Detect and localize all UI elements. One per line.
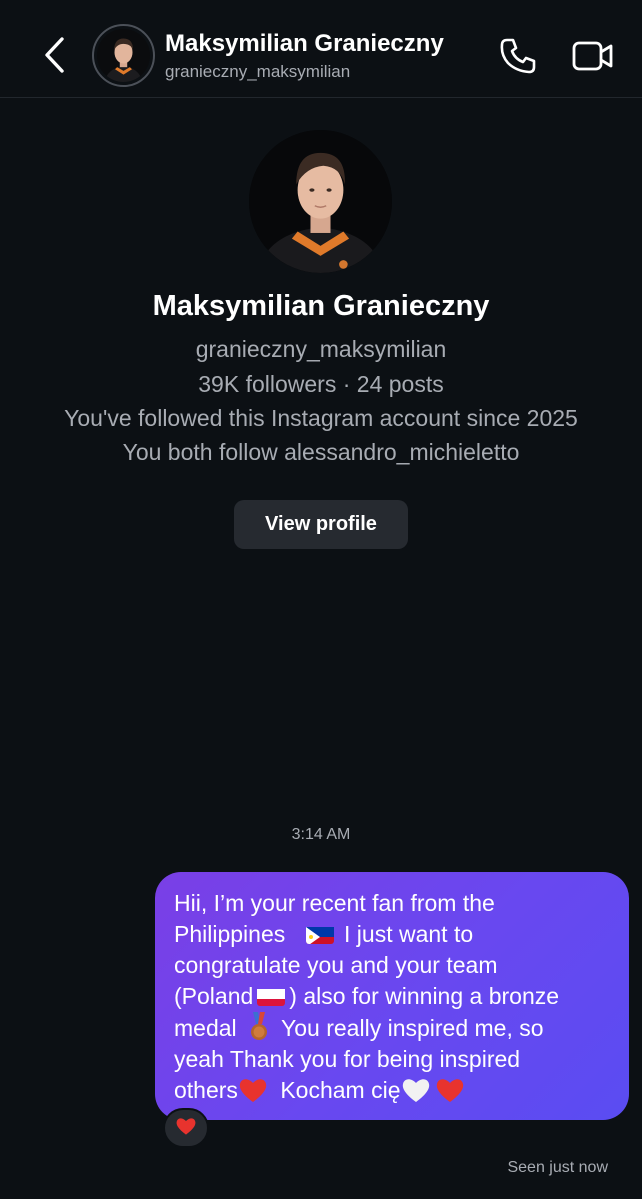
video-camera-icon [572, 41, 613, 71]
header-display-name[interactable]: Maksymilian Granieczny [165, 30, 444, 58]
message-text: You really inspired me, so [281, 1015, 544, 1041]
profile-photo [249, 130, 392, 273]
message-line: others Kocham cię [174, 1075, 611, 1106]
dm-thread-screen: Maksymilian Granieczny granieczny_maksym… [0, 0, 642, 1199]
white-heart-icon [401, 1076, 431, 1104]
poland-flag-icon [257, 986, 286, 1006]
header-avatar[interactable] [92, 24, 155, 87]
message-line: Hii, I’m your recent fan from the [174, 888, 611, 919]
profile-display-name: Maksymilian Granieczny [152, 290, 490, 322]
red-heart-icon [435, 1076, 465, 1104]
message-line: medal You really inspired me, so [174, 1012, 611, 1044]
header-username: granieczny_maksymilian [165, 62, 351, 81]
message-text: Hii, I’m your recent fan from the [174, 890, 495, 916]
followed-since-text: You've followed this Instagram account s… [64, 405, 578, 431]
red-heart-icon [238, 1076, 268, 1104]
thread-header: Maksymilian Granieczny granieczny_maksym… [0, 0, 642, 98]
chevron-left-icon [45, 37, 64, 73]
profile-avatar[interactable] [249, 130, 392, 273]
message-text: congratulate you and your team [174, 952, 498, 978]
message-line: yeah Thank you for being inspired [174, 1044, 611, 1075]
bronze-medal-icon [247, 1012, 271, 1042]
message-text: (Poland [174, 983, 254, 1009]
audio-call-button[interactable] [498, 36, 538, 76]
red-heart-icon [176, 1118, 196, 1135]
outgoing-message-bubble[interactable]: Hii, I’m your recent fan from the Philip… [155, 872, 629, 1120]
message-timestamp: 3:14 AM [291, 826, 351, 843]
philippines-flag-icon [305, 924, 334, 944]
back-button[interactable] [38, 34, 72, 76]
message-line: (Poland ) also for winning a bronze [174, 981, 611, 1012]
message-text: others [174, 1077, 238, 1103]
phone-icon [500, 38, 536, 74]
heart-reaction-badge[interactable] [163, 1108, 209, 1148]
profile-stats: 39K followers · 24 posts [198, 371, 444, 397]
avatar-photo [97, 29, 150, 82]
message-line: congratulate you and your team [174, 950, 611, 981]
message-text: ) also for winning a bronze [289, 983, 560, 1009]
message-text: I just want to [344, 921, 474, 947]
profile-username: granieczny_maksymilian [195, 336, 447, 362]
message-text: Kocham cię [280, 1077, 401, 1103]
message-line: Philippines I just want to [174, 919, 611, 950]
view-profile-button[interactable]: View profile [234, 500, 408, 549]
mutual-follow-text: You both follow alessandro_michieletto [122, 439, 520, 465]
seen-status: Seen just now [507, 1159, 608, 1176]
message-text: medal [174, 1015, 237, 1041]
message-text: Philippines [174, 921, 286, 947]
message-text: yeah Thank you for being inspired [174, 1046, 521, 1072]
video-call-button[interactable] [571, 38, 615, 74]
